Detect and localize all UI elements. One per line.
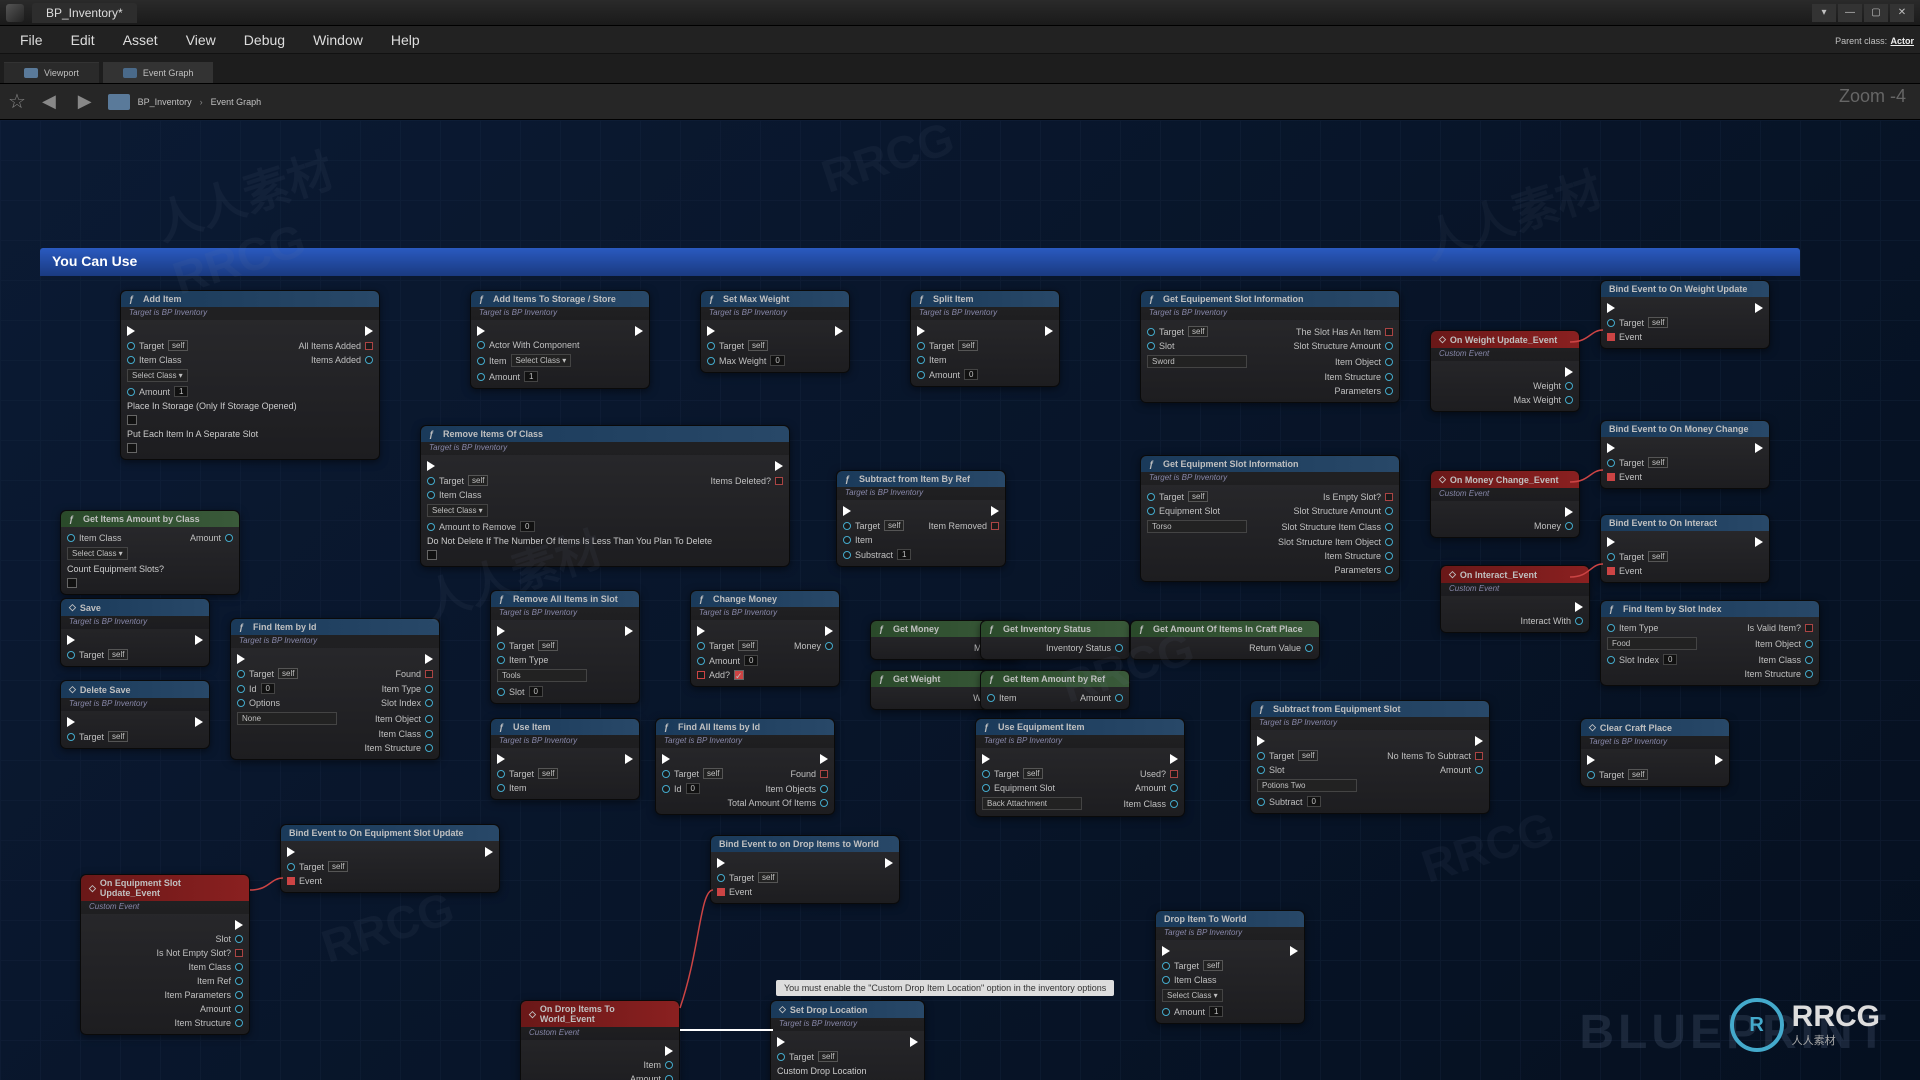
menu-asset[interactable]: Asset: [109, 27, 172, 53]
breadcrumb-bar: ☆ ◀ ▶ BP_Inventory › Event Graph: [0, 84, 1920, 120]
node-remove-items-of-class[interactable]: ƒRemove Items Of Class Target is BP Inve…: [420, 425, 790, 567]
node-set-max-weight[interactable]: ƒSet Max Weight Target is BP Inventory T…: [700, 290, 850, 373]
node-get-items-amount-by-class[interactable]: ƒGet Items Amount by Class Item ClassAmo…: [60, 510, 240, 595]
nav-forward-button[interactable]: ▶: [72, 91, 98, 112]
node-change-money[interactable]: ƒChange Money Target is BP Inventory Tar…: [690, 590, 840, 687]
parent-class-link[interactable]: Actor: [1890, 36, 1914, 46]
exec-in-pin[interactable]: [127, 326, 135, 336]
node-find-item-by-id[interactable]: ƒFind Item by Id Target is BP Inventory …: [230, 618, 440, 760]
breadcrumb-root[interactable]: BP_Inventory: [138, 97, 192, 107]
node-subtitle: Target is BP Inventory: [121, 307, 379, 320]
function-icon: ƒ: [129, 294, 139, 304]
breadcrumb-leaf[interactable]: Event Graph: [211, 97, 262, 107]
menu-edit[interactable]: Edit: [57, 27, 109, 53]
menu-view[interactable]: View: [172, 27, 230, 53]
node-on-money-change-event[interactable]: ◇On Money Change_Event Custom Event Mone…: [1430, 470, 1580, 538]
node-get-equipment-slot-info-2[interactable]: ƒGet Equipment Slot Information Target i…: [1140, 455, 1400, 582]
dropdown-icon[interactable]: ▾: [1812, 4, 1836, 22]
brand-ring-icon: R: [1730, 998, 1784, 1052]
chevron-right-icon: ›: [200, 97, 203, 107]
node-subtract-from-item-by-ref[interactable]: ƒSubtract from Item By Ref Target is BP …: [836, 470, 1006, 567]
node-use-equipment-item[interactable]: ƒUse Equipment Item Target is BP Invento…: [975, 718, 1185, 817]
maximize-button[interactable]: ▢: [1864, 4, 1888, 22]
node-get-equipment-slot-info-1[interactable]: ƒGet Equipement Slot Information Target …: [1140, 290, 1400, 403]
node-bind-weight-update[interactable]: Bind Event to On Weight Update Target se…: [1600, 280, 1770, 349]
hint-tooltip: You must enable the "Custom Drop Item Lo…: [776, 980, 1114, 996]
sub-tab-bar: Viewport Event Graph: [0, 54, 1920, 84]
node-bind-drop-items-to-world[interactable]: Bind Event to on Drop Items to World Tar…: [710, 835, 900, 904]
menu-bar: File Edit Asset View Debug Window Help P…: [0, 26, 1920, 54]
breadcrumb: BP_Inventory › Event Graph: [108, 94, 262, 110]
menu-debug[interactable]: Debug: [230, 27, 299, 53]
node-bind-interact[interactable]: Bind Event to On Interact Target self Ev…: [1600, 514, 1770, 583]
graph-icon: [123, 68, 137, 78]
zoom-indicator: Zoom -4: [1839, 86, 1906, 107]
node-delete-save[interactable]: ◇Delete Save Target is BP Inventory Targ…: [60, 680, 210, 749]
node-subtract-from-equipment-slot[interactable]: ƒSubtract from Equipment Slot Target is …: [1250, 700, 1490, 814]
node-on-weight-update-event[interactable]: ◇On Weight Update_Event Custom Event Wei…: [1430, 330, 1580, 412]
node-drop-item-to-world[interactable]: Drop Item To World Target is BP Inventor…: [1155, 910, 1305, 1024]
node-clear-craft-place[interactable]: ◇Clear Craft Place Target is BP Inventor…: [1580, 718, 1730, 787]
minimize-button[interactable]: —: [1838, 4, 1862, 22]
parent-class-label: Parent class: Actor: [1835, 33, 1914, 47]
ue-logo-icon: [6, 4, 24, 22]
node-get-amount-craft[interactable]: ƒGet Amount Of Items In Craft Place Retu…: [1130, 620, 1320, 660]
node-get-inventory-status[interactable]: ƒGet Inventory Status Inventory Status: [980, 620, 1130, 660]
node-add-item[interactable]: ƒAdd Item Target is BP Inventory Target …: [120, 290, 380, 460]
node-add-items-storage[interactable]: ƒAdd Items To Storage / Store Target is …: [470, 290, 650, 389]
node-on-equipment-slot-update-event[interactable]: ◇On Equipment Slot Update_Event Custom E…: [80, 874, 250, 1035]
node-get-item-amount-by-ref[interactable]: ƒGet Item Amount by Ref ItemAmount: [980, 670, 1130, 710]
viewport-icon: [24, 68, 38, 78]
graph-canvas[interactable]: You Can Use ƒAdd Item Target is BP Inven…: [0, 120, 1920, 1080]
node-on-interact-event[interactable]: ◇On Interact_Event Custom Event Interact…: [1440, 565, 1590, 633]
blueprint-icon: [108, 94, 130, 110]
comment-box[interactable]: You Can Use: [40, 248, 1800, 276]
node-split-item[interactable]: ƒSplit Item Target is BP Inventory Targe…: [910, 290, 1060, 387]
nav-back-button[interactable]: ◀: [36, 91, 62, 112]
favorite-icon[interactable]: ☆: [8, 89, 26, 114]
menu-file[interactable]: File: [6, 27, 57, 53]
tab-viewport[interactable]: Viewport: [4, 62, 99, 83]
title-tab[interactable]: BP_Inventory*: [32, 3, 137, 23]
exec-out-pin[interactable]: [365, 326, 373, 336]
node-set-drop-location[interactable]: ◇Set Drop Location Target is BP Inventor…: [770, 1000, 925, 1080]
title-bar: BP_Inventory* ▾ — ▢ ✕: [0, 0, 1920, 26]
node-find-item-by-slot-index[interactable]: ƒFind Item by Slot Index Item TypeIs Val…: [1600, 600, 1820, 686]
node-on-drop-items-to-world-event[interactable]: ◇On Drop Items To World_Event Custom Eve…: [520, 1000, 680, 1080]
tab-event-graph[interactable]: Event Graph: [103, 62, 214, 83]
node-find-all-items-by-id[interactable]: ƒFind All Items by Id Target is BP Inven…: [655, 718, 835, 815]
brand-logo: R RRCG人人素材: [1730, 998, 1880, 1052]
menu-window[interactable]: Window: [299, 27, 377, 53]
node-bind-equipment-slot-update[interactable]: Bind Event to On Equipment Slot Update T…: [280, 824, 500, 893]
node-bind-money-change[interactable]: Bind Event to On Money Change Target sel…: [1600, 420, 1770, 489]
node-remove-all-items-in-slot[interactable]: ƒRemove All Items in Slot Target is BP I…: [490, 590, 640, 704]
menu-help[interactable]: Help: [377, 27, 434, 53]
close-button[interactable]: ✕: [1890, 4, 1914, 22]
node-save[interactable]: ◇Save Target is BP Inventory Target self: [60, 598, 210, 667]
window-buttons: ▾ — ▢ ✕: [1812, 4, 1914, 22]
node-use-item[interactable]: ƒUse Item Target is BP Inventory Target …: [490, 718, 640, 800]
